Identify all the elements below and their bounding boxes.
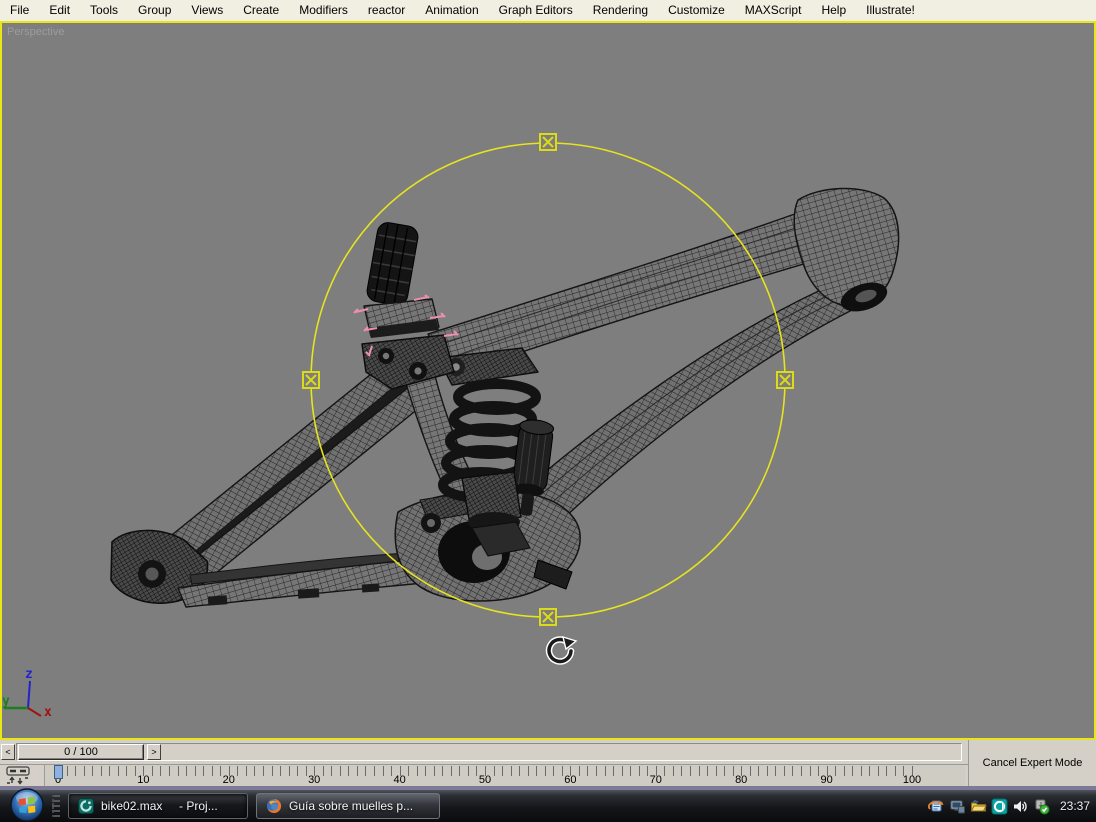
taskbar-grip — [52, 795, 60, 817]
timeline-ruler[interactable]: 0 10 20 30 40 50 60 70 80 90 100 — [44, 765, 965, 786]
next-frame-button[interactable]: > — [147, 744, 161, 760]
tick-label: 50 — [478, 774, 492, 786]
previous-frame-button[interactable]: < — [1, 744, 15, 760]
menu-create[interactable]: Create — [233, 0, 289, 21]
menu-bar: File Edit Tools Group Views Create Modif… — [0, 0, 1096, 21]
menu-maxscript[interactable]: MAXScript — [735, 0, 812, 21]
menu-group[interactable]: Group — [128, 0, 181, 21]
current-frame-marker[interactable] — [54, 765, 63, 779]
windows-taskbar: bike02.max - Proj... Guía sobre muelles … — [0, 788, 1096, 822]
menu-graph-editors[interactable]: Graph Editors — [489, 0, 583, 21]
menu-views[interactable]: Views — [181, 0, 233, 21]
expert-mode-panel: Cancel Expert Mode — [968, 740, 1096, 786]
viewport-scene: z y x — [2, 133, 900, 720]
axis-x-label: x — [44, 705, 52, 720]
menu-reactor[interactable]: reactor — [358, 0, 415, 21]
media-player-icon[interactable] — [991, 798, 1008, 815]
taskbar-clock[interactable]: 23:37 — [1060, 799, 1090, 813]
menu-animation[interactable]: Animation — [415, 0, 488, 21]
world-axis-tripod: z y x — [2, 667, 52, 720]
sync-activity-icon[interactable] — [927, 798, 945, 815]
perspective-viewport[interactable]: Perspective z y x — [0, 21, 1096, 740]
3dsmax-icon — [78, 798, 94, 814]
menu-file[interactable]: File — [0, 0, 39, 21]
firefox-icon — [267, 798, 282, 813]
tick-label: 60 — [564, 774, 577, 786]
menu-help[interactable]: Help — [811, 0, 856, 21]
tick-label: 80 — [735, 774, 748, 786]
tick-label: 10 — [137, 774, 150, 786]
menu-modifiers[interactable]: Modifiers — [289, 0, 358, 21]
shared-folder-icon[interactable] — [970, 798, 987, 815]
start-button[interactable] — [10, 788, 44, 822]
tick-label: 100 — [902, 774, 922, 786]
rotate-gizmo-handle-bottom[interactable] — [539, 608, 557, 626]
menu-customize[interactable]: Customize — [658, 0, 735, 21]
rotate-cursor-icon — [545, 635, 578, 665]
menu-tools[interactable]: Tools — [80, 0, 128, 21]
rotate-gizmo-handle-right[interactable] — [776, 371, 794, 389]
system-tray: 23:37 — [927, 798, 1096, 815]
tick-label: 30 — [308, 774, 321, 786]
cancel-expert-mode-button[interactable]: Cancel Expert Mode — [983, 757, 1083, 769]
menu-rendering[interactable]: Rendering — [583, 0, 658, 21]
axis-z-label: z — [25, 667, 33, 682]
taskbar-task-firefox[interactable]: Guía sobre muelles p... — [256, 793, 440, 819]
tick-label: 40 — [393, 774, 406, 786]
menu-edit[interactable]: Edit — [39, 0, 80, 21]
axis-y-label: y — [2, 694, 10, 709]
volume-icon[interactable] — [1012, 798, 1029, 815]
mini-curve-editor-button[interactable] — [4, 766, 38, 785]
rotate-gizmo-handle-left[interactable] — [302, 371, 320, 389]
tick-label: 20 — [222, 774, 235, 786]
security-update-icon[interactable] — [1033, 798, 1050, 815]
3dsmax-expert-mode-window: File Edit Tools Group Views Create Modif… — [0, 0, 1096, 822]
tick-label: 90 — [820, 774, 833, 786]
task-label: bike02.max - Proj... — [101, 799, 218, 813]
task-label: Guía sobre muelles p... — [289, 799, 414, 813]
menu-illustrate[interactable]: Illustrate! — [856, 0, 925, 21]
time-slider-thumb[interactable]: 0 / 100 — [18, 744, 144, 760]
tick-label: 70 — [649, 774, 662, 786]
taskbar-task-3dsmax[interactable]: bike02.max - Proj... — [68, 793, 248, 819]
rotate-gizmo-handle-top[interactable] — [539, 133, 557, 151]
display-device-icon[interactable] — [949, 798, 966, 815]
time-slider-bar: < 0 / 100 > — [0, 740, 968, 764]
bike-frame-wireframe[interactable] — [110, 187, 900, 608]
viewport-label[interactable]: Perspective — [7, 26, 64, 38]
track-bar: 0 10 20 30 40 50 60 70 80 90 100 — [0, 764, 968, 786]
